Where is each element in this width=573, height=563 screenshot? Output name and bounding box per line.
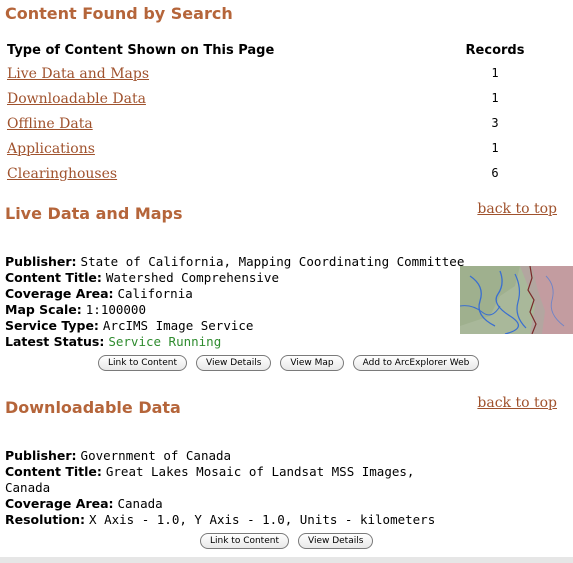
back-to-top-link[interactable]: back to top [477, 201, 557, 217]
record-count: 1 [491, 90, 499, 105]
resolution-label: Resolution: [5, 512, 86, 527]
applications-link[interactable]: Applications [7, 141, 95, 157]
coverage-area-label: Coverage Area: [5, 286, 114, 301]
offline-data-link[interactable]: Offline Data [7, 116, 93, 132]
map-scale-value: 1:100000 [85, 302, 146, 317]
table-row: Applications 1 [5, 135, 545, 160]
downloadable-data-record: Publisher: Government of Canada Content … [5, 448, 435, 528]
content-title-label: Content Title: [5, 464, 102, 479]
view-details-button[interactable]: View Details [195, 355, 272, 371]
table-row: Offline Data 3 [5, 110, 545, 135]
content-title-label: Content Title: [5, 270, 102, 285]
coverage-area-label: Coverage Area: [5, 496, 114, 511]
record-count: 1 [491, 65, 499, 80]
record-count: 1 [491, 140, 499, 155]
coverage-area-value: California [117, 286, 193, 301]
coverage-area-value: Canada [117, 496, 163, 511]
live-data-maps-link[interactable]: Live Data and Maps [7, 66, 149, 82]
table-row: Clearinghouses 6 [5, 160, 545, 185]
live-data-actions: Link to Content View Details View Map Ad… [98, 355, 480, 371]
status-value: Service Running [108, 334, 222, 349]
column-header-records: Records [465, 42, 525, 58]
content-summary-table: Type of Content Shown on This Page Recor… [5, 40, 545, 185]
view-details-button[interactable]: View Details [297, 533, 374, 549]
publisher-label: Publisher: [5, 448, 77, 463]
resolution-value: X Axis - 1.0, Y Axis - 1.0, Units - kilo… [89, 512, 436, 527]
view-map-button[interactable]: View Map [280, 355, 344, 371]
live-data-record: Publisher: State of California, Mapping … [5, 254, 464, 350]
table-header-row: Type of Content Shown on This Page Recor… [5, 40, 545, 60]
record-count: 3 [491, 115, 499, 130]
page-bottom-divider [0, 557, 573, 563]
column-header-type: Type of Content Shown on This Page [7, 42, 275, 58]
add-to-arcexplorer-button[interactable]: Add to ArcExplorer Web [352, 355, 480, 371]
content-title-value: Watershed Comprehensive [105, 270, 279, 285]
page-title: Content Found by Search [5, 4, 233, 23]
map-scale-label: Map Scale: [5, 302, 82, 317]
map-thumbnail[interactable] [460, 266, 573, 334]
record-count: 6 [491, 165, 499, 180]
latest-status-label: Latest Status: [5, 334, 105, 349]
publisher-value: State of California, Mapping Coordinatin… [80, 254, 465, 269]
link-to-content-button[interactable]: Link to Content [200, 533, 289, 549]
table-row: Live Data and Maps 1 [5, 60, 545, 85]
service-type-value: ArcIMS Image Service [102, 318, 254, 333]
map-thumbnail-image [460, 266, 573, 334]
link-to-content-button[interactable]: Link to Content [98, 355, 187, 371]
downloadable-data-link[interactable]: Downloadable Data [7, 91, 146, 107]
downloadable-data-actions: Link to Content View Details [200, 533, 374, 549]
service-type-label: Service Type: [5, 318, 99, 333]
clearinghouses-link[interactable]: Clearinghouses [7, 166, 117, 182]
live-data-maps-heading: Live Data and Maps [5, 204, 183, 223]
publisher-value: Government of Canada [80, 448, 232, 463]
table-row: Downloadable Data 1 [5, 85, 545, 110]
downloadable-data-heading: Downloadable Data [5, 398, 181, 417]
back-to-top-link[interactable]: back to top [477, 395, 557, 411]
publisher-label: Publisher: [5, 254, 77, 269]
